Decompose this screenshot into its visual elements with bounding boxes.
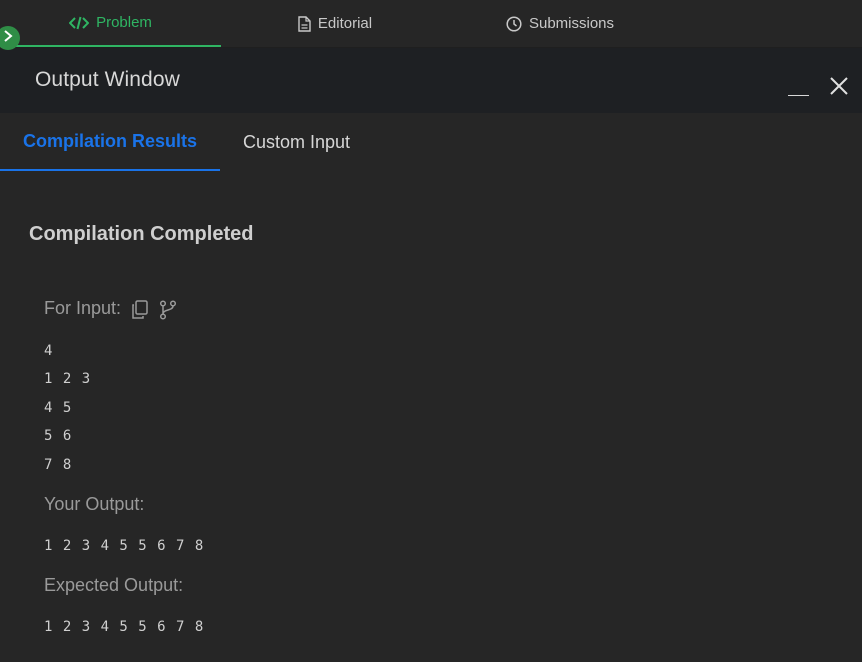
close-button[interactable]: [827, 74, 851, 98]
clock-icon: [506, 15, 522, 32]
tab-custom-input[interactable]: Custom Input: [243, 113, 350, 171]
minimize-button[interactable]: [786, 78, 810, 98]
tab-submissions[interactable]: Submissions: [494, 0, 626, 47]
copy-icon: [131, 300, 149, 324]
close-icon: [827, 77, 851, 102]
input-line: 4 5: [44, 400, 73, 416]
chevron-right-icon: [2, 29, 14, 48]
output-window-title: Output Window: [35, 68, 180, 91]
input-line: 1 2 3: [44, 371, 92, 387]
output-window-header: Output Window: [0, 48, 862, 113]
code-icon: [69, 16, 90, 30]
expected-output-label: Expected Output:: [44, 575, 184, 595]
tab-submissions-label: Submissions: [528, 15, 615, 32]
input-line: 7 8: [44, 457, 73, 473]
output-tabs-bar: Compilation Results Custom Input: [0, 113, 862, 171]
compilation-status: Compilation Completed: [29, 223, 254, 245]
copy-button[interactable]: [131, 300, 149, 325]
document-icon: [298, 15, 311, 32]
input-label: For Input:: [44, 298, 122, 318]
problem-tabs-bar: Problem Editorial Submissions: [0, 0, 862, 48]
input-line: 5 6: [44, 428, 73, 444]
tab-editorial-label: Editorial: [317, 15, 373, 32]
expected-output-value: 1 2 3 4 5 5 6 7 8: [44, 619, 205, 635]
tab-compilation-results[interactable]: Compilation Results: [0, 113, 220, 171]
fork-button[interactable]: [159, 300, 177, 325]
tab-problem-label: Problem: [96, 14, 152, 31]
minimize-icon: [788, 94, 809, 96]
tab-problem[interactable]: Problem: [0, 0, 221, 47]
your-output-label: Your Output:: [44, 494, 145, 514]
input-line: 4: [44, 343, 54, 359]
git-branch-icon: [159, 300, 177, 324]
your-output-value: 1 2 3 4 5 5 6 7 8: [44, 538, 205, 554]
tab-editorial[interactable]: Editorial: [283, 0, 387, 47]
